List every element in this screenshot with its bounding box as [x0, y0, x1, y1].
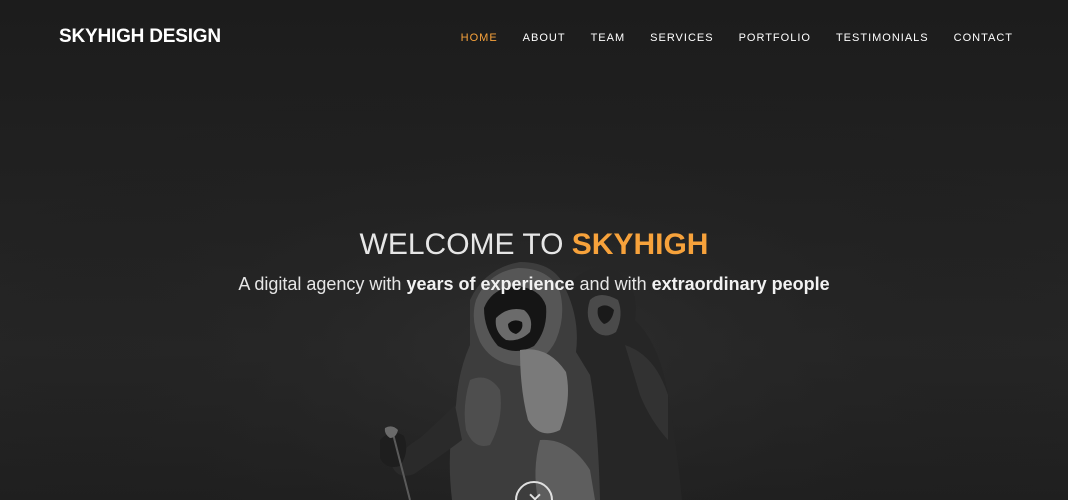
hero-section: SKYHIGH DESIGN HOME ABOUT TEAM SERVICES … [0, 0, 1068, 500]
nav-item-services[interactable]: SERVICES [650, 32, 713, 44]
hero-headline: WELCOME TO SKYHIGH [0, 228, 1068, 262]
top-navbar: SKYHIGH DESIGN HOME ABOUT TEAM SERVICES … [0, 0, 1068, 76]
nav-item-contact[interactable]: CONTACT [954, 32, 1013, 44]
tagline-text-1: A digital agency with [238, 274, 407, 294]
main-nav: HOME ABOUT TEAM SERVICES PORTFOLIO TESTI… [436, 32, 1013, 44]
tagline-text-2: and with [574, 274, 652, 294]
headline-accent: SKYHIGH [571, 228, 709, 261]
tagline-bold-1: years of experience [406, 274, 575, 294]
nav-item-testimonials[interactable]: TESTIMONIALS [836, 32, 929, 44]
nav-item-home[interactable]: HOME [461, 32, 498, 44]
nav-item-portfolio[interactable]: PORTFOLIO [739, 32, 811, 44]
nav-item-about[interactable]: ABOUT [523, 32, 566, 44]
brand-logo[interactable]: SKYHIGH DESIGN [59, 26, 221, 48]
tagline-bold-2: extraordinary people [651, 274, 830, 294]
nav-item-team[interactable]: TEAM [591, 32, 626, 44]
hero-tagline: A digital agency with years of experienc… [0, 274, 1068, 295]
chevron-down-icon [529, 489, 541, 500]
headline-prefix: WELCOME TO [359, 228, 572, 261]
